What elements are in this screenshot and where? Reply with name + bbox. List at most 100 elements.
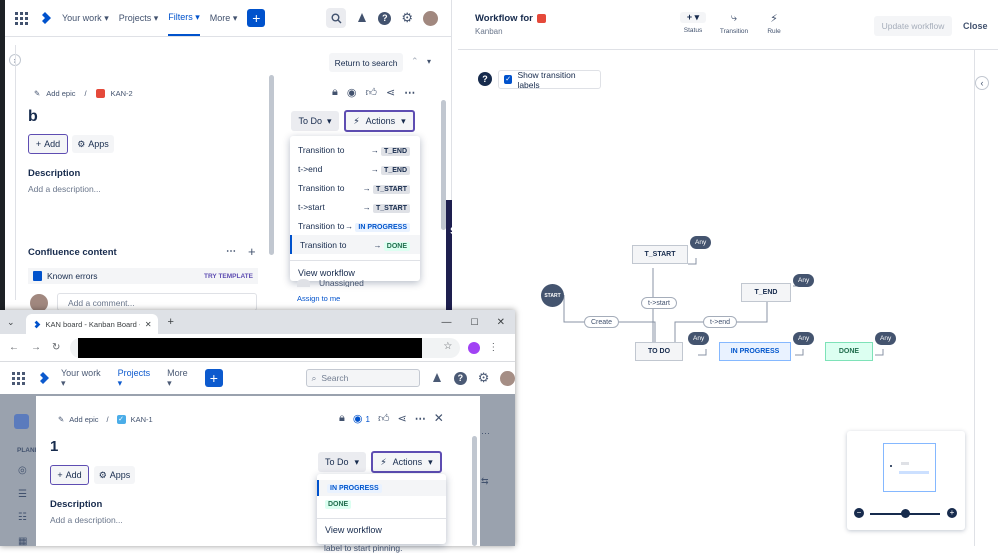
status-button[interactable]: To Do ▾ (291, 111, 339, 131)
menu-item-transition-t-end[interactable]: Transition to → T_END (290, 140, 420, 159)
search-input[interactable]: ⌕ Search (305, 369, 421, 387)
transition-label-t-start[interactable]: t->start (641, 297, 677, 309)
bookmark-star-icon[interactable]: ☆ (443, 341, 452, 352)
comment-input[interactable]: Add a comment... (57, 293, 257, 311)
tab-search-icon[interactable]: ⌄ (7, 317, 15, 328)
zoom-out-icon[interactable]: − (854, 508, 864, 518)
confluence-add-icon[interactable]: + (248, 244, 256, 259)
issue-title[interactable]: b (28, 108, 38, 126)
zoom-in-icon[interactable]: + (947, 508, 957, 518)
nav-projects[interactable]: Projects ▾ (119, 13, 159, 24)
share-icon[interactable]: ⋖ (386, 86, 395, 99)
add-button[interactable]: + Add (50, 465, 89, 485)
chrome-menu-icon[interactable]: ⋮ (488, 342, 498, 353)
menu-item-view-workflow[interactable]: View workflow (317, 519, 446, 541)
menu-item-transition-t-start[interactable]: Transition to → T_START (290, 178, 420, 197)
profile-icon[interactable] (468, 341, 481, 354)
nav-your-work[interactable]: Your work ▾ (62, 13, 109, 24)
watch-icon[interactable]: ◉ (347, 86, 357, 99)
apps-button[interactable]: ⚙︎ Apps (94, 466, 135, 484)
list-icon[interactable]: ☷ (18, 512, 27, 523)
nav-projects[interactable]: Projects ▾ (118, 368, 157, 389)
nav-filters[interactable]: Filters ▾ (168, 1, 200, 36)
settings-icon[interactable]: ⚙ (478, 370, 490, 386)
app-switcher-icon[interactable] (15, 11, 28, 25)
issue-key-link[interactable]: KAN-1 (131, 415, 153, 424)
confluence-more-icon[interactable]: ⋯ (226, 246, 236, 257)
transition-label-t-end[interactable]: t->end (703, 316, 738, 328)
settings-icon[interactable]: ⚙ (401, 10, 413, 26)
add-epic-link[interactable]: Add epic (46, 89, 75, 98)
status-node-to-do[interactable]: TO DO (635, 342, 683, 361)
menu-item-transition-in-progress[interactable]: Transition to → IN PROGRESS (290, 216, 420, 235)
like-icon[interactable]: 👍︎ (378, 412, 390, 425)
tab-close-icon[interactable]: ✕ (145, 320, 152, 329)
more-icon[interactable]: ⋯ (415, 412, 426, 425)
create-button[interactable]: + (247, 9, 266, 27)
description-field[interactable]: Add a description... (50, 515, 123, 525)
address-bar[interactable]: ☆ (70, 337, 461, 358)
issue-title[interactable]: 1 (50, 438, 58, 455)
main-scrollbar[interactable] (269, 75, 274, 255)
add-epic-link[interactable]: Add epic (69, 415, 98, 424)
any-badge-t-end[interactable]: Any (793, 274, 815, 287)
like-icon[interactable]: 👍︎ (365, 86, 377, 99)
chevron-up-icon[interactable]: ⌃ (411, 56, 419, 67)
menu-item-t-end[interactable]: t->end → T_END (290, 159, 420, 178)
calendar-icon[interactable]: ▦ (18, 536, 27, 547)
status-node-in-progress[interactable]: IN PROGRESS (719, 342, 791, 361)
window-close-icon[interactable]: ✕ (497, 317, 505, 328)
close-modal-icon[interactable]: ✕ (434, 411, 444, 425)
minimap-viewport[interactable] (883, 443, 936, 492)
share-icon[interactable]: ⋖ (397, 412, 406, 425)
notifications-icon[interactable] (431, 372, 443, 384)
minimize-icon[interactable]: — (442, 317, 452, 328)
forward-icon[interactable]: → (31, 342, 41, 353)
actions-button[interactable]: ⚡︎ Actions ▾ (344, 110, 415, 132)
assign-to-me-link[interactable]: Assign to me (297, 294, 340, 303)
search-icon[interactable] (326, 8, 347, 28)
transition-label-create[interactable]: Create (584, 316, 620, 328)
notifications-icon[interactable] (356, 12, 368, 24)
app-switcher-icon[interactable] (12, 371, 25, 385)
menu-item-transition-done[interactable]: Transition to → DONE (290, 235, 420, 254)
menu-item-in-progress[interactable]: IN PROGRESS (317, 480, 446, 496)
jira-logo-icon[interactable] (36, 371, 50, 385)
add-button[interactable]: + Add (28, 134, 68, 154)
lock-icon[interactable]: 🔒︎ (332, 86, 338, 99)
new-tab-icon[interactable]: + (168, 316, 174, 328)
status-button[interactable]: To Do ▾ (318, 452, 366, 472)
help-icon[interactable]: ? (454, 371, 467, 385)
maximize-icon[interactable]: ☐ (471, 317, 479, 328)
any-badge-to-do[interactable]: Any (688, 332, 710, 345)
nav-more[interactable]: More ▾ (167, 368, 194, 389)
known-errors-row[interactable]: Known errors TRY TEMPLATE (28, 268, 258, 284)
create-button[interactable]: + (205, 369, 223, 387)
board-icon[interactable]: ☰ (18, 489, 27, 500)
nav-your-work[interactable]: Your work ▾ (61, 368, 107, 389)
watch-button[interactable]: ◉ 1 (353, 412, 370, 425)
zoom-slider-handle[interactable] (901, 509, 910, 518)
jira-logo-icon[interactable] (38, 11, 52, 25)
apps-button[interactable]: ⚙︎ Apps (72, 135, 114, 153)
nav-more[interactable]: More ▾ (210, 13, 238, 24)
any-badge-t-start[interactable]: Any (690, 236, 712, 249)
help-icon[interactable]: ? (378, 11, 392, 25)
menu-item-t-start[interactable]: t->start → T_START (290, 197, 420, 216)
browser-tab[interactable]: KAN board - Kanban Board - Ji ✕ (25, 314, 158, 334)
reload-icon[interactable]: ↻ (52, 342, 60, 353)
status-node-t-end[interactable]: T_END (741, 283, 791, 302)
status-node-t-start[interactable]: T_START (632, 245, 688, 264)
any-badge-done[interactable]: Any (875, 332, 897, 345)
actions-button[interactable]: ⚡︎ Actions ▾ (371, 451, 442, 473)
issue-key-link[interactable]: KAN-2 (111, 89, 133, 98)
avatar[interactable] (500, 370, 516, 386)
try-template-link[interactable]: TRY TEMPLATE (204, 273, 253, 280)
back-icon[interactable]: ← (9, 342, 19, 353)
avatar[interactable] (423, 10, 438, 26)
modal-scrollbar[interactable] (472, 436, 477, 546)
lock-icon[interactable]: 🔒︎ (339, 412, 345, 425)
return-to-search-button[interactable]: Return to search (329, 53, 403, 72)
description-field[interactable]: Add a description... (28, 184, 101, 194)
globe-icon[interactable]: ◎ (18, 465, 27, 476)
